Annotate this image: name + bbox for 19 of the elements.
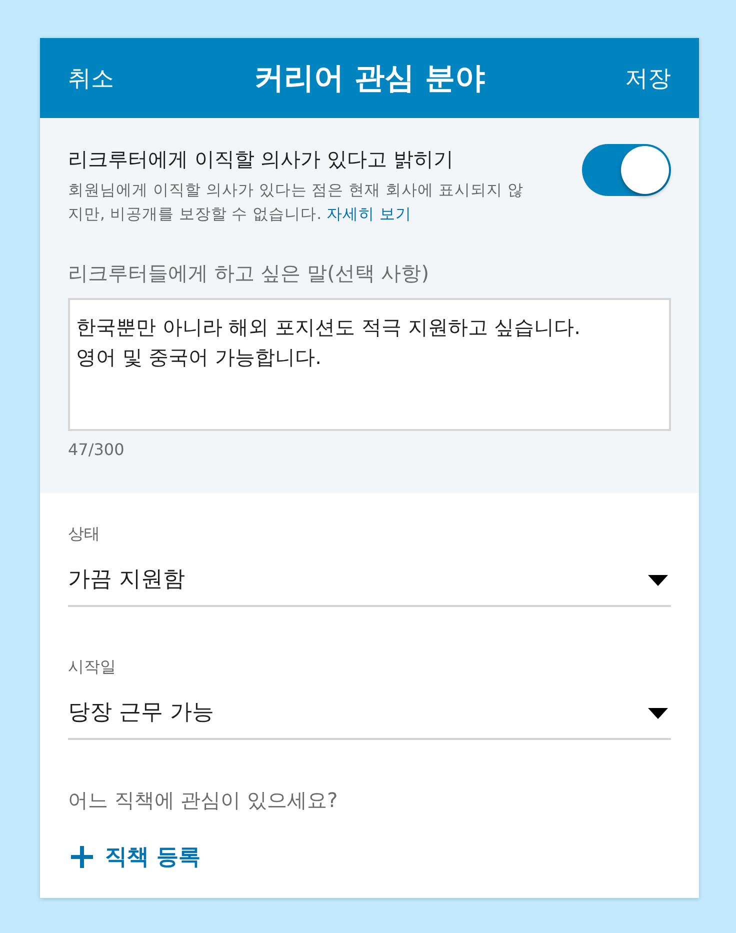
message-field[interactable]: 한국뿐만 아니라 해외 포지션도 적극 지원하고 싶습니다. 영어 및 중국어 가능합니다. [68,298,671,431]
character-counter: 47/300 [68,439,126,461]
setting-description: 회원님에게 이직할 의사가 있다는 점은 현재 회사에 표시되지 않지만, 비공개를 보장할 수 없습니다. 자세히 보기 [68,180,524,225]
learn-more-link[interactable]: 자세히 보기 [326,205,412,223]
question-text: 어느 직책에 관심이 있으세요? [68,787,339,813]
plus-icon [71,846,93,868]
setting-title: 리크루터에게 이직할 의사가 있다고 밝히기 [68,146,454,172]
add-job-title-button[interactable]: 직책 등록 [68,842,201,872]
page-title: 커리어 관심 분야 [254,60,485,98]
dropdown-field[interactable]: 가끔 지원함 [68,555,671,607]
save-button[interactable]: 저장 [625,62,671,94]
toggle-switch[interactable] [582,144,671,196]
dropdown-field[interactable]: 당장 근무 가능 [68,688,671,740]
field-label: 시작일 [68,656,117,678]
field-label: 상태 [68,523,101,545]
caret-icon [648,708,668,718]
cancel-button[interactable]: 취소 [68,62,114,94]
caret-icon [648,574,668,586]
message-label: 리크루터들에게 하고 싶은 말(선택 사항) [68,260,430,286]
